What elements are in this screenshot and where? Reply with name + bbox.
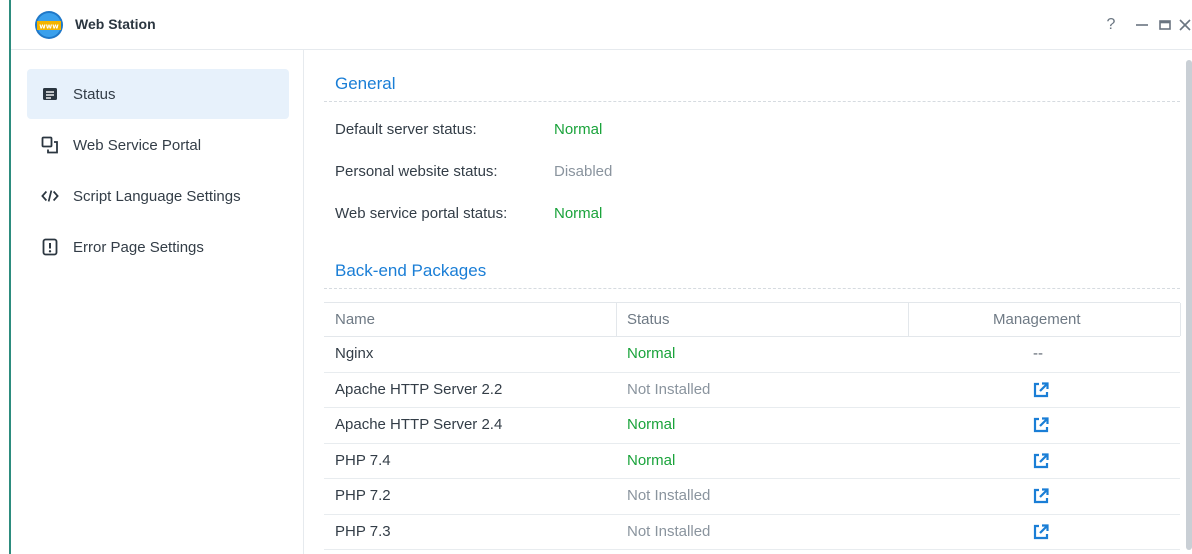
- package-status: Not Installed: [627, 522, 711, 540]
- package-status: Not Installed: [627, 380, 711, 398]
- package-name: PHP 7.2: [335, 487, 391, 504]
- backend-packages-table: Name Status Management Nginx Normal -- A…: [324, 302, 1181, 550]
- table-row[interactable]: PHP 7.2 Not Installed: [324, 479, 1180, 515]
- column-header-management[interactable]: Management: [993, 303, 1081, 336]
- title-bar: www Web Station ?: [11, 0, 1192, 50]
- svg-text:www: www: [39, 23, 59, 31]
- package-status: Normal: [627, 345, 676, 362]
- general-section-title: General: [335, 74, 396, 93]
- table-header: Name Status Management: [324, 302, 1181, 337]
- package-status: Normal: [627, 451, 676, 469]
- sidebar-item-label: Error Page Settings: [73, 238, 204, 256]
- default-server-status-value: Normal: [554, 121, 603, 138]
- package-name: Nginx: [335, 345, 374, 362]
- personal-website-status-label: Personal website status:: [335, 163, 498, 180]
- sidebar-item-label: Script Language Settings: [73, 187, 241, 205]
- table-row[interactable]: Nginx Normal --: [324, 337, 1180, 373]
- minimize-icon: [1136, 24, 1148, 26]
- package-name: PHP 7.3: [335, 522, 391, 540]
- sidebar-item-error-page-settings[interactable]: Error Page Settings: [27, 222, 289, 272]
- default-server-status-label: Default server status:: [335, 121, 477, 138]
- app-title: Web Station: [75, 16, 156, 32]
- vertical-scrollbar[interactable]: [1186, 60, 1192, 550]
- help-button[interactable]: ?: [1099, 13, 1123, 37]
- external-link-icon[interactable]: [1032, 416, 1050, 434]
- sidebar-item-status[interactable]: Status: [27, 69, 289, 119]
- web-station-logo-icon: www: [35, 11, 63, 39]
- package-status: Normal: [627, 416, 676, 433]
- sidebar: Status Web Service Portal Script Languag…: [11, 50, 304, 554]
- column-header-name[interactable]: Name: [335, 303, 375, 336]
- package-name: PHP 7.4: [335, 451, 391, 469]
- external-link-icon[interactable]: [1032, 487, 1050, 505]
- package-name: Apache HTTP Server 2.4: [335, 416, 503, 433]
- table-row[interactable]: Apache HTTP Server 2.4 Normal: [324, 408, 1180, 444]
- main-content: General Default server status: Normal Pe…: [304, 50, 1192, 554]
- column-separator: [616, 303, 617, 336]
- column-separator: [1180, 303, 1181, 336]
- close-button[interactable]: [1173, 13, 1192, 37]
- status-list-icon: [41, 85, 59, 103]
- table-row[interactable]: PHP 7.3 Not Installed: [324, 515, 1180, 550]
- package-name: Apache HTTP Server 2.2: [335, 380, 503, 398]
- table-row[interactable]: Apache HTTP Server 2.2 Not Installed: [324, 373, 1180, 408]
- backend-packages-section-title: Back-end Packages: [335, 261, 487, 280]
- section-divider: [324, 288, 1180, 289]
- sidebar-item-script-language-settings[interactable]: Script Language Settings: [27, 171, 289, 221]
- web-service-portal-status-value: Normal: [554, 205, 603, 222]
- code-icon: [41, 187, 59, 205]
- sidebar-item-web-service-portal[interactable]: Web Service Portal: [27, 120, 289, 170]
- maximize-icon: [1159, 20, 1171, 30]
- management-none: --: [1033, 345, 1043, 362]
- external-link-icon[interactable]: [1032, 452, 1050, 470]
- web-service-portal-status-label: Web service portal status:: [335, 205, 508, 222]
- error-page-icon: [41, 238, 59, 256]
- external-link-icon[interactable]: [1032, 381, 1050, 399]
- section-divider: [324, 101, 1180, 102]
- column-header-status[interactable]: Status: [627, 303, 670, 336]
- close-icon: [1179, 19, 1191, 31]
- portal-icon: [41, 136, 59, 154]
- external-link-icon[interactable]: [1032, 523, 1050, 541]
- sidebar-item-label: Web Service Portal: [73, 136, 202, 154]
- package-status: Not Installed: [627, 487, 711, 504]
- table-row[interactable]: PHP 7.4 Normal: [324, 444, 1180, 479]
- help-icon: ?: [1106, 16, 1116, 33]
- column-separator: [908, 303, 909, 336]
- personal-website-status-value: Disabled: [554, 163, 613, 180]
- sidebar-item-label: Status: [73, 85, 116, 103]
- minimize-button[interactable]: [1130, 13, 1154, 37]
